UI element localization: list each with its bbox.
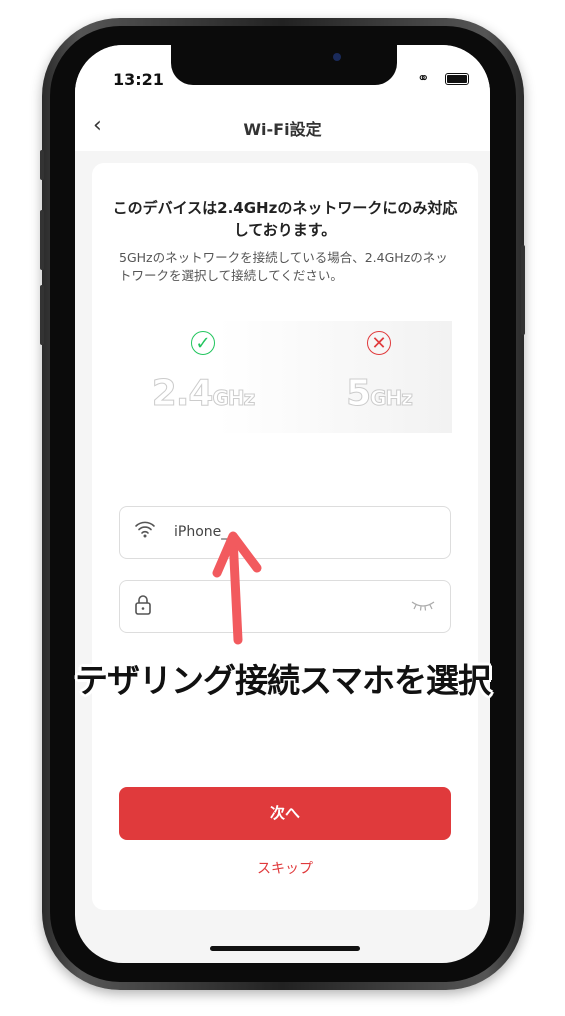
screen: 13:21 ⚭ ‹ Wi-Fi設定 このデバイスは2.4GHzのネットワークにの…: [75, 45, 490, 963]
password-input[interactable]: [119, 580, 451, 633]
wifi-card: このデバイスは2.4GHzのネットワークにのみ対応しております。 5GHzのネッ…: [92, 163, 478, 910]
link-icon: ⚭: [417, 69, 430, 87]
eye-closed-icon[interactable]: [410, 599, 436, 614]
card-heading: このデバイスは2.4GHzのネットワークにのみ対応しております。: [112, 199, 458, 239]
skip-link[interactable]: スキップ: [92, 858, 478, 878]
band-unit: GHz: [370, 386, 414, 411]
battery-icon: [445, 73, 469, 85]
volume-down-button: [40, 285, 44, 345]
check-circle-icon: ✓: [191, 331, 215, 355]
status-time: 13:21: [113, 70, 164, 89]
band-number: 5: [346, 373, 372, 415]
band-5ghz: ✕ 5GHz: [304, 331, 454, 415]
home-indicator: [210, 946, 360, 951]
card-description: 5GHzのネットワークを接続している場合、2.4GHzのネットワークを選択して接…: [119, 250, 448, 283]
power-button: [521, 245, 525, 335]
mute-switch: [40, 150, 44, 180]
notch: [171, 45, 397, 85]
x-circle-icon: ✕: [367, 331, 391, 355]
ssid-input[interactable]: iPhone_: [119, 506, 451, 559]
annotation-arrow-icon: [212, 531, 262, 645]
next-button[interactable]: 次へ: [119, 787, 451, 840]
band-unit: GHz: [212, 386, 256, 411]
lock-icon: [134, 594, 152, 621]
wifi-icon: [134, 520, 156, 543]
band-number: 2.4: [151, 373, 214, 415]
camera-icon: [333, 53, 341, 61]
volume-up-button: [40, 210, 44, 270]
page-title: Wi-Fi設定: [243, 120, 322, 139]
band-2-4ghz: ✓ 2.4GHz: [128, 331, 278, 415]
band-illustration: ✓ 2.4GHz ✕ 5GHz: [118, 321, 452, 433]
annotation-caption: テザリング接続スマホを選択: [74, 661, 491, 700]
